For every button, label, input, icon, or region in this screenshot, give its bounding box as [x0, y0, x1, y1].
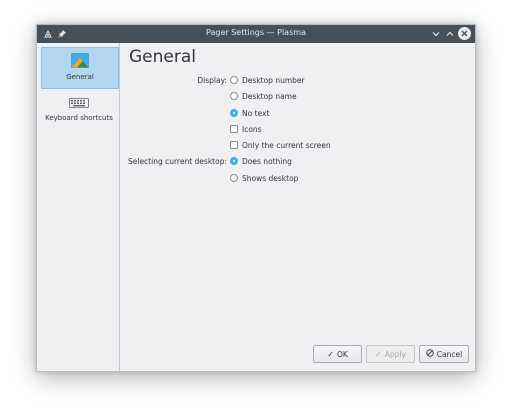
selecting-label: Selecting current desktop:: [127, 156, 227, 166]
sidebar-item-keyboard-shortcuts[interactable]: Keyboard shortcuts: [41, 95, 117, 131]
checkbox[interactable]: [230, 141, 238, 149]
display-option-desktop-name[interactable]: Desktop name: [230, 89, 297, 103]
page-title: General: [129, 47, 196, 67]
chevron-up-icon[interactable]: [444, 28, 455, 39]
sidebar-item-label: Keyboard shortcuts: [45, 114, 113, 122]
checkmark-icon: ✓: [327, 349, 334, 359]
ok-button[interactable]: ✓ OK: [313, 345, 362, 363]
cancel-icon: [426, 349, 434, 359]
radio-button[interactable]: [230, 174, 238, 182]
cancel-button-label: Cancel: [436, 349, 463, 359]
apply-button-label: Apply: [384, 349, 406, 359]
titlebar[interactable]: Pager Settings — Plasma: [37, 25, 475, 43]
settings-window: Pager Settings — Plasma General Keyboard…: [36, 24, 476, 372]
display-option-only-current-screen[interactable]: Only the current screen: [230, 138, 331, 152]
option-label: Desktop name: [242, 91, 297, 101]
close-icon[interactable]: [458, 27, 471, 40]
chevron-down-icon[interactable]: [430, 28, 441, 39]
option-label: Shows desktop: [242, 173, 299, 183]
option-label: Does nothing: [242, 156, 292, 166]
radio-button-checked[interactable]: [230, 109, 238, 117]
apply-button[interactable]: ✓ Apply: [366, 345, 415, 363]
radio-button[interactable]: [230, 76, 238, 84]
cancel-button[interactable]: Cancel: [419, 345, 469, 363]
radio-button[interactable]: [230, 92, 238, 100]
sidebar-item-general[interactable]: General: [41, 47, 119, 89]
ok-button-label: OK: [336, 349, 348, 359]
general-pager-icon: [71, 53, 89, 70]
checkbox[interactable]: [230, 125, 238, 133]
selecting-option-shows-desktop[interactable]: Shows desktop: [230, 171, 298, 185]
option-label: Desktop number: [242, 75, 305, 85]
sidebar: General Keyboard shortcuts: [37, 43, 120, 371]
selecting-option-does-nothing[interactable]: Does nothing: [230, 154, 292, 168]
display-option-desktop-number[interactable]: Desktop number: [230, 73, 305, 87]
footer-divider: [119, 339, 475, 340]
display-option-no-text[interactable]: No text: [230, 106, 269, 120]
display-option-icons[interactable]: Icons: [230, 122, 262, 136]
checkmark-icon: ✓: [375, 349, 382, 359]
option-label: Icons: [242, 124, 262, 134]
sidebar-item-label: General: [66, 73, 94, 81]
option-label: Only the current screen: [242, 140, 331, 150]
display-label: Display:: [197, 75, 227, 85]
option-label: No text: [242, 108, 270, 118]
keyboard-icon: [69, 98, 89, 110]
radio-button-checked[interactable]: [230, 157, 238, 165]
window-title: Pager Settings — Plasma: [206, 28, 306, 37]
